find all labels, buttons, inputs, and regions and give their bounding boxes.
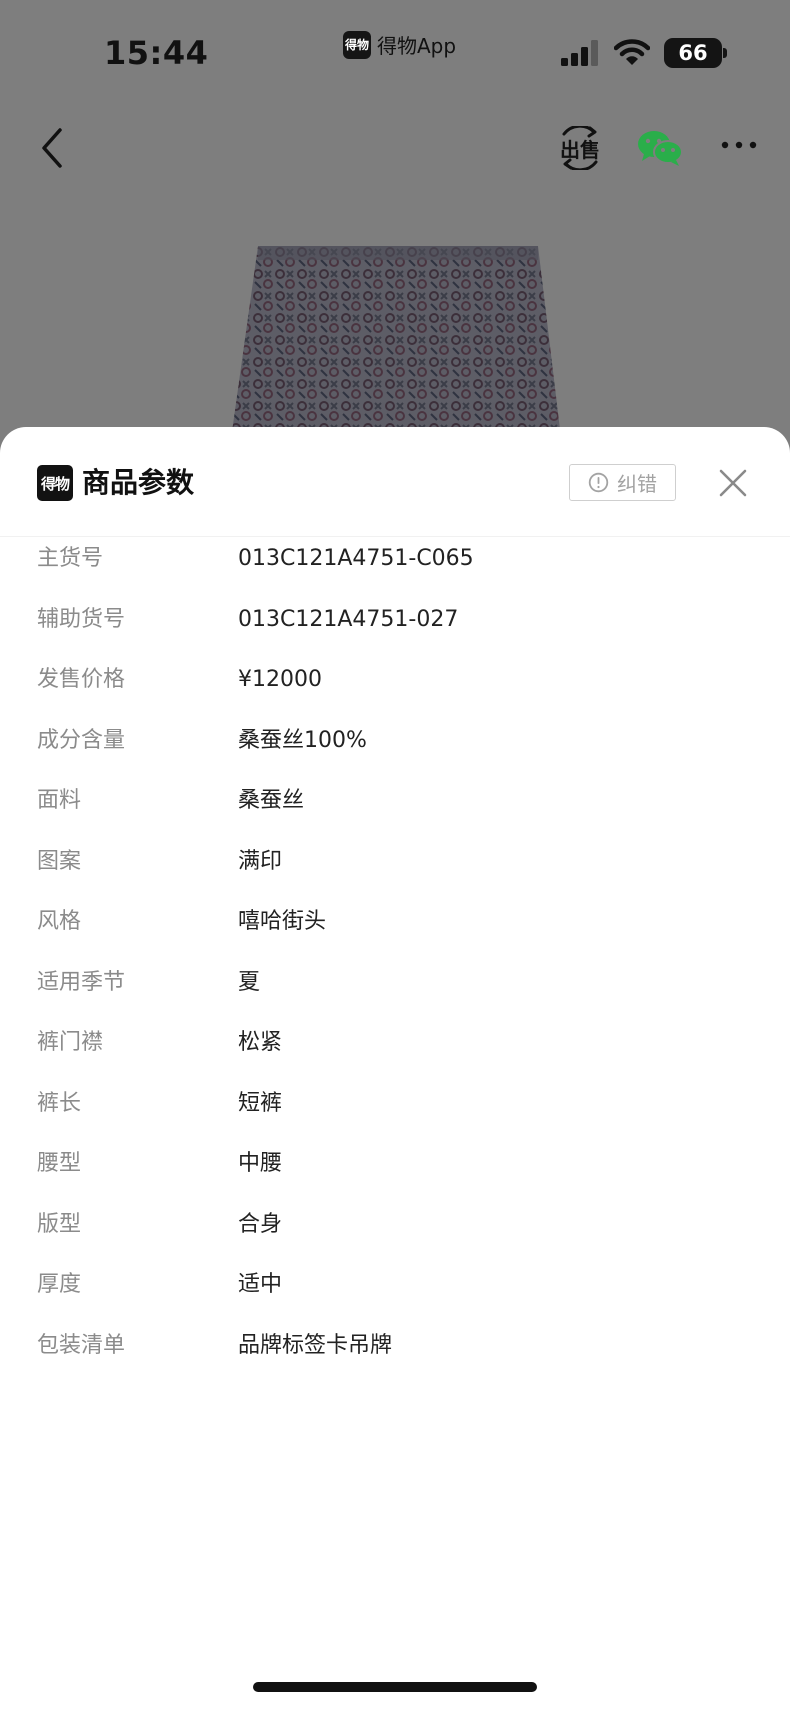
param-row: 发售价格 ¥12000: [0, 660, 790, 700]
param-label: 腰型: [37, 1151, 82, 1176]
param-label: 主货号: [37, 546, 104, 571]
param-label: 面料: [37, 788, 82, 813]
param-value: 适中: [238, 1272, 283, 1297]
param-value: 短裤: [238, 1090, 283, 1116]
param-row: 辅助货号 013C121A4751-027: [0, 600, 790, 640]
param-label: 适用季节: [37, 969, 126, 995]
param-value: 合身: [238, 1211, 283, 1237]
param-row: 裤门襟 松紧: [0, 1023, 790, 1063]
param-value: ¥12000: [238, 667, 322, 692]
brand-logo-icon: 得物: [37, 465, 73, 501]
param-label: 裤长: [37, 1090, 82, 1116]
param-label: 厚度: [37, 1272, 82, 1297]
param-value: 013C121A4751-027: [238, 606, 459, 632]
battery-indicator: 66: [664, 38, 722, 68]
param-row: 图案 满印: [0, 842, 790, 882]
param-label: 版型: [37, 1211, 82, 1237]
report-error-label: 纠错: [617, 472, 657, 496]
param-row: 风格 嘻哈街头: [0, 902, 790, 942]
param-label: 裤门襟: [37, 1030, 104, 1055]
sheet-title: 商品参数: [82, 466, 195, 499]
param-row: 版型 合身: [0, 1205, 790, 1245]
param-label: 风格: [37, 909, 82, 934]
screen: 15:44 得物 得物App 66 出售 得物 商品参数 纠错 主货号 013C…: [0, 0, 790, 1712]
cellular-signal-icon: [561, 40, 598, 66]
battery-tip: [723, 48, 727, 58]
param-row: 腰型 中腰: [0, 1144, 790, 1184]
param-value: 品牌标签卡吊牌: [238, 1332, 393, 1358]
param-value: 松紧: [238, 1030, 283, 1055]
close-icon[interactable]: [717, 467, 749, 499]
param-value: 满印: [238, 848, 283, 874]
param-row: 包装清单 品牌标签卡吊牌: [0, 1326, 790, 1366]
param-row: 适用季节 夏: [0, 963, 790, 1003]
more-icon[interactable]: [721, 140, 757, 150]
app-indicator: 得物 得物App: [343, 30, 456, 59]
app-logo-icon: 得物: [343, 30, 371, 59]
wifi-icon: [614, 39, 650, 65]
param-label: 成分含量: [37, 727, 126, 753]
product-image: [230, 246, 562, 446]
report-error-button[interactable]: 纠错: [569, 464, 676, 501]
param-row: 主货号 013C121A4751-C065: [0, 539, 790, 579]
home-indicator[interactable]: [253, 1682, 537, 1692]
param-value: 夏: [238, 969, 261, 995]
product-params-sheet: 得物 商品参数 纠错 主货号 013C121A4751-C065 辅助货号 01…: [0, 427, 790, 1712]
param-label: 图案: [37, 848, 82, 874]
param-row: 面料 桑蚕丝: [0, 781, 790, 821]
param-value: 013C121A4751-C065: [238, 546, 474, 571]
exclamation-circle-icon: [588, 472, 609, 493]
param-value: 桑蚕丝: [238, 788, 305, 813]
sell-label[interactable]: 出售: [560, 134, 600, 163]
param-value: 嘻哈街头: [238, 909, 327, 934]
sheet-header: 得物 商品参数 纠错: [0, 427, 790, 537]
param-row: 裤长 短裤: [0, 1084, 790, 1124]
param-label: 包装清单: [37, 1332, 126, 1358]
param-label: 辅助货号: [37, 606, 126, 632]
param-label: 发售价格: [37, 667, 126, 692]
param-value: 中腰: [238, 1151, 283, 1176]
param-value: 桑蚕丝100%: [238, 727, 367, 753]
wechat-icon[interactable]: [636, 128, 684, 168]
app-name: 得物App: [377, 34, 457, 58]
status-bar: 15:44 得物 得物App 66: [0, 0, 790, 100]
back-arrow-icon[interactable]: [36, 126, 70, 170]
param-row: 成分含量 桑蚕丝100%: [0, 721, 790, 761]
param-row: 厚度 适中: [0, 1265, 790, 1305]
status-time: 15:44: [104, 34, 209, 72]
